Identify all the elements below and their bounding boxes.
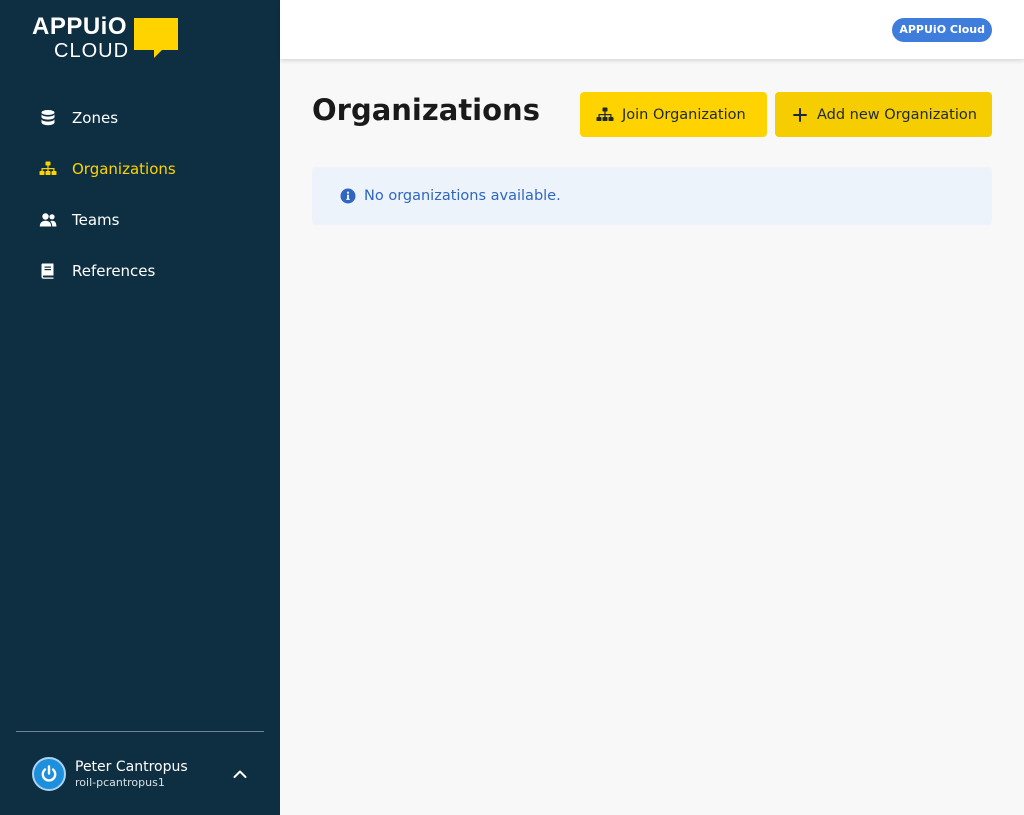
user-info: Peter Cantropus roil-pcantropus1	[75, 758, 188, 790]
info-circle-icon	[340, 188, 356, 204]
users-icon	[38, 210, 58, 230]
sidebar-item-zones[interactable]: Zones	[16, 92, 264, 143]
avatar	[32, 757, 66, 791]
chevron-up-icon[interactable]	[230, 764, 250, 784]
sidebar-item-organizations[interactable]: Organizations	[16, 143, 264, 194]
logo-text-bottom: CLOUD	[54, 40, 130, 62]
database-icon	[38, 108, 58, 128]
empty-state-message: No organizations available.	[312, 167, 992, 225]
page-title: Organizations	[312, 93, 540, 127]
sidebar-item-teams[interactable]: Teams	[16, 194, 264, 245]
user-login: roil-pcantropus1	[75, 776, 165, 789]
plus-icon	[791, 106, 809, 124]
add-organization-button[interactable]: Add new Organization	[775, 92, 992, 137]
add-organization-label: Add new Organization	[817, 106, 977, 123]
logo-text-top: APPUiO	[32, 13, 128, 40]
book-icon	[38, 261, 58, 281]
sidebar-item-label: Teams	[72, 210, 120, 229]
sidebar-item-label: Organizations	[72, 159, 176, 178]
speech-bubble-icon	[134, 18, 178, 58]
sidebar-item-label: Zones	[72, 108, 119, 127]
join-organization-button[interactable]: Join Organization	[580, 92, 767, 137]
topbar: APPUiO Cloud	[280, 0, 1024, 59]
sidebar-item-references[interactable]: References	[16, 245, 264, 296]
sidebar-divider	[16, 731, 264, 732]
sidebar-nav: Zones Organizations Teams References	[16, 92, 264, 296]
sidebar: APPUiO CLOUD Zones Organizations Teams R…	[0, 0, 280, 815]
main-content: Organizations Join Organization Add new …	[280, 59, 1024, 815]
sitemap-icon	[596, 106, 614, 124]
join-organization-label: Join Organization	[622, 106, 746, 123]
power-icon	[41, 765, 57, 782]
user-name: Peter Cantropus	[75, 759, 188, 775]
sitemap-icon	[38, 159, 58, 179]
empty-state-text: No organizations available.	[364, 188, 561, 204]
sidebar-item-label: References	[72, 261, 156, 280]
appuio-cloud-logo[interactable]: APPUiO CLOUD	[32, 14, 182, 62]
app-root: APPUiO CLOUD Zones Organizations Teams R…	[0, 0, 1024, 815]
user-menu[interactable]: Peter Cantropus roil-pcantropus1	[32, 756, 252, 792]
environment-badge: APPUiO Cloud	[892, 18, 992, 42]
